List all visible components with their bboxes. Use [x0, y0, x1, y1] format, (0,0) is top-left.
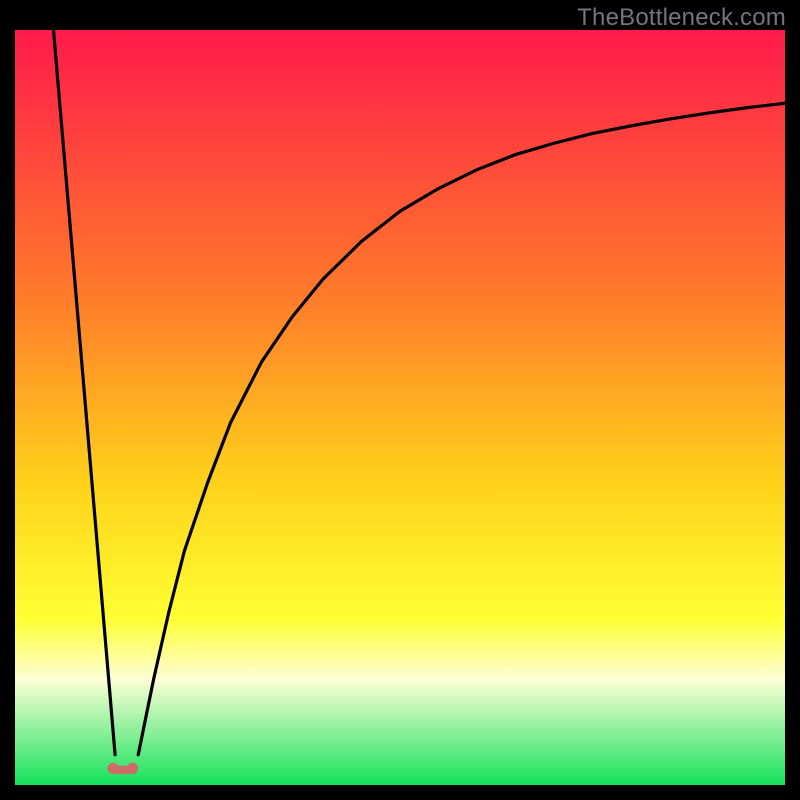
watermark-text: TheBottleneck.com — [577, 4, 786, 32]
bottleneck-chart — [15, 30, 785, 785]
gradient-background — [15, 30, 785, 785]
chart-frame — [15, 30, 785, 785]
